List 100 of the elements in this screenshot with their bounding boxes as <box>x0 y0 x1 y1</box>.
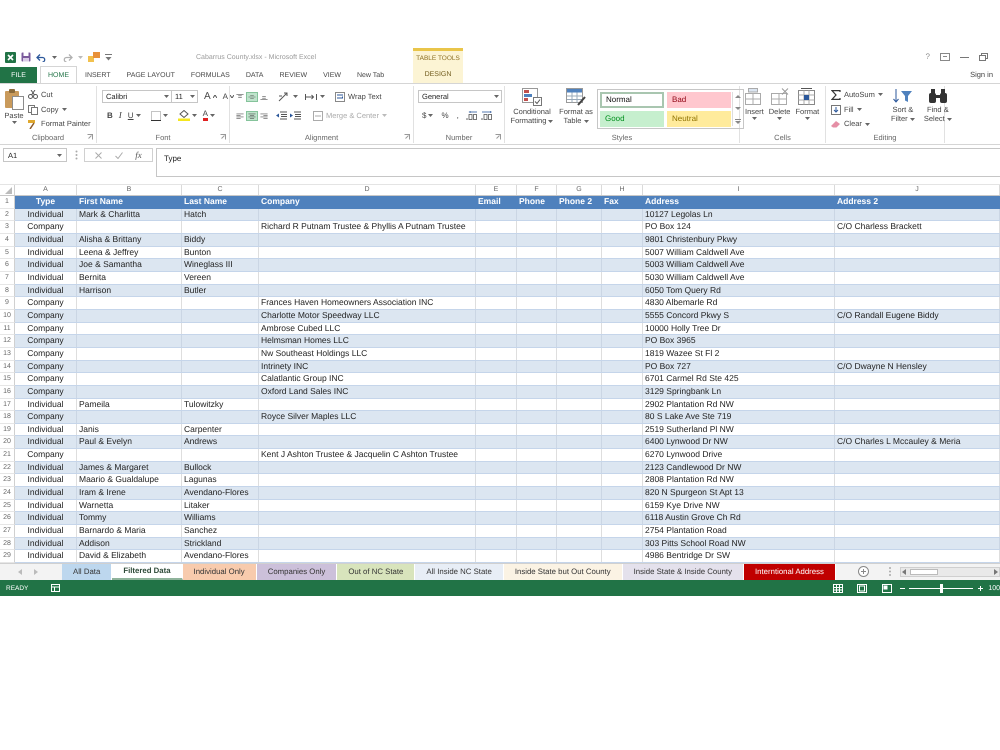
orientation-button[interactable] <box>276 90 300 103</box>
check-icon[interactable] <box>114 152 123 158</box>
cell-style-option[interactable]: Normal <box>600 92 664 108</box>
scrollbar-thumb[interactable] <box>910 569 938 576</box>
undo-icon[interactable] <box>36 52 47 62</box>
add-sheet-icon[interactable] <box>858 566 869 578</box>
percent-button[interactable]: % <box>437 109 453 122</box>
table-cell: Individual <box>15 538 77 550</box>
merge-cells-icon <box>313 110 323 120</box>
table-cell: Company <box>15 373 77 385</box>
zoom-in-icon[interactable] <box>978 586 984 591</box>
underline-button[interactable]: U <box>124 109 144 122</box>
table-cell: Company <box>15 322 77 334</box>
dialog-launcher-icon[interactable] <box>220 134 226 140</box>
dialog-launcher-icon[interactable] <box>87 134 93 140</box>
cancel-icon[interactable] <box>95 152 102 158</box>
right-arrow-icon[interactable] <box>994 569 998 576</box>
spreadsheet-icon[interactable] <box>51 584 60 592</box>
font-color-button[interactable]: A <box>200 109 218 122</box>
table-cell: Nw Southeast Holdings LLC <box>259 348 476 360</box>
table-cell: 3129 Springbank Ln <box>643 386 835 398</box>
table-cell: Individual <box>15 246 77 258</box>
paintbrush-icon <box>28 120 38 129</box>
caret-icon <box>210 114 215 117</box>
table-cell: Individual <box>15 436 77 448</box>
table-cell: Individual <box>15 272 77 284</box>
table-cell: Individual <box>15 550 77 562</box>
caret-icon <box>584 120 589 123</box>
dialog-launcher-icon[interactable] <box>404 134 410 140</box>
caret-icon <box>548 120 554 123</box>
formula-input[interactable]: Type <box>156 148 1000 177</box>
zoom-out-icon[interactable] <box>900 586 906 591</box>
table-cell: Company <box>15 310 77 322</box>
horizontal-scrollbar[interactable] <box>900 567 1000 578</box>
up-caret-icon <box>212 95 217 98</box>
more-icon[interactable] <box>735 119 741 124</box>
cell-style-option[interactable]: Bad <box>667 92 731 108</box>
caret-icon <box>293 95 298 98</box>
overlapping-squares-icon[interactable] <box>88 52 100 62</box>
restore-icon[interactable] <box>979 53 988 61</box>
align-left-icon[interactable] <box>234 110 246 120</box>
align-right-icon[interactable] <box>258 110 270 120</box>
table-cell: PO Box 3965 <box>643 335 835 347</box>
table-cell: 80 S Lake Ave Ste 719 <box>643 411 835 423</box>
cell-style-option[interactable]: Neutral <box>667 111 731 127</box>
comma-style-button[interactable]: , <box>452 109 463 122</box>
table-cell: Company <box>15 221 77 233</box>
grow-font-button[interactable]: A <box>201 90 220 103</box>
bold-button[interactable]: B <box>102 109 116 122</box>
table-cell: Bunton <box>182 246 259 258</box>
grip-icon <box>75 150 78 160</box>
zoom-slider-thumb[interactable] <box>940 584 943 593</box>
decrease-decimal-icon[interactable] <box>480 111 493 120</box>
table-cell: Individual <box>15 398 77 410</box>
insert-function-button[interactable]: fx <box>135 150 142 160</box>
table-cell: Hatch <box>182 208 259 220</box>
spreadsheet-app-icon[interactable] <box>5 52 16 62</box>
format-cells-icon <box>798 88 816 106</box>
scroll-down-icon[interactable] <box>735 106 741 110</box>
table-cell: Intrinety INC <box>259 360 476 372</box>
currency-button[interactable]: $ <box>418 109 438 122</box>
scroll-up-icon[interactable] <box>735 94 741 98</box>
table-cell: Joe & Samantha <box>77 259 182 271</box>
wrap-text-icon <box>335 92 345 102</box>
save-icon[interactable] <box>21 52 31 62</box>
table-cell: Ambrose Cubed LLC <box>259 322 476 334</box>
caret-icon <box>910 118 915 121</box>
table-cell: Individual <box>15 512 77 524</box>
help-button[interactable]: ? <box>926 53 930 61</box>
dropdown-arrow-icon[interactable] <box>105 54 112 60</box>
dialog-launcher-icon[interactable] <box>495 134 501 140</box>
normal-view-icon[interactable] <box>833 584 844 593</box>
table-cell: C/O Dwayne N Hensley <box>835 360 1000 372</box>
page-break-icon[interactable] <box>882 584 892 593</box>
table-cell: Tommy <box>77 512 182 524</box>
table-cell: Individual <box>15 424 77 436</box>
table-cell: Lagunas <box>182 474 259 486</box>
table-cell: Williams <box>182 512 259 524</box>
page-layout-icon[interactable] <box>857 584 868 593</box>
caret-icon <box>164 95 169 98</box>
table-cell: Warnetta <box>77 500 182 512</box>
shrink-font-button[interactable]: A <box>220 90 238 103</box>
table-cell: Pameila <box>77 398 182 410</box>
caret-icon <box>62 108 67 111</box>
caret-icon <box>136 114 141 117</box>
grip-icon <box>888 567 891 576</box>
table-header-cell-text: Phone 2 <box>558 196 594 208</box>
table-cell: Company <box>15 449 77 461</box>
left-arrow-icon[interactable] <box>902 569 906 576</box>
table-cell: Individual <box>15 487 77 499</box>
italic-button[interactable]: I <box>116 109 125 122</box>
table-cell: 6270 Lynwood Drive <box>643 449 835 461</box>
caret-icon <box>190 95 195 98</box>
table-cell: 5003 William Caldwell Ave <box>643 259 835 271</box>
caret-icon <box>856 108 862 111</box>
decrease-indent-icon[interactable] <box>276 111 287 120</box>
align-center-icon[interactable] <box>246 110 258 120</box>
increase-indent-icon[interactable] <box>290 111 301 120</box>
ribbon-display-icon[interactable] <box>940 53 950 61</box>
increase-decimal-icon[interactable] <box>466 111 478 120</box>
